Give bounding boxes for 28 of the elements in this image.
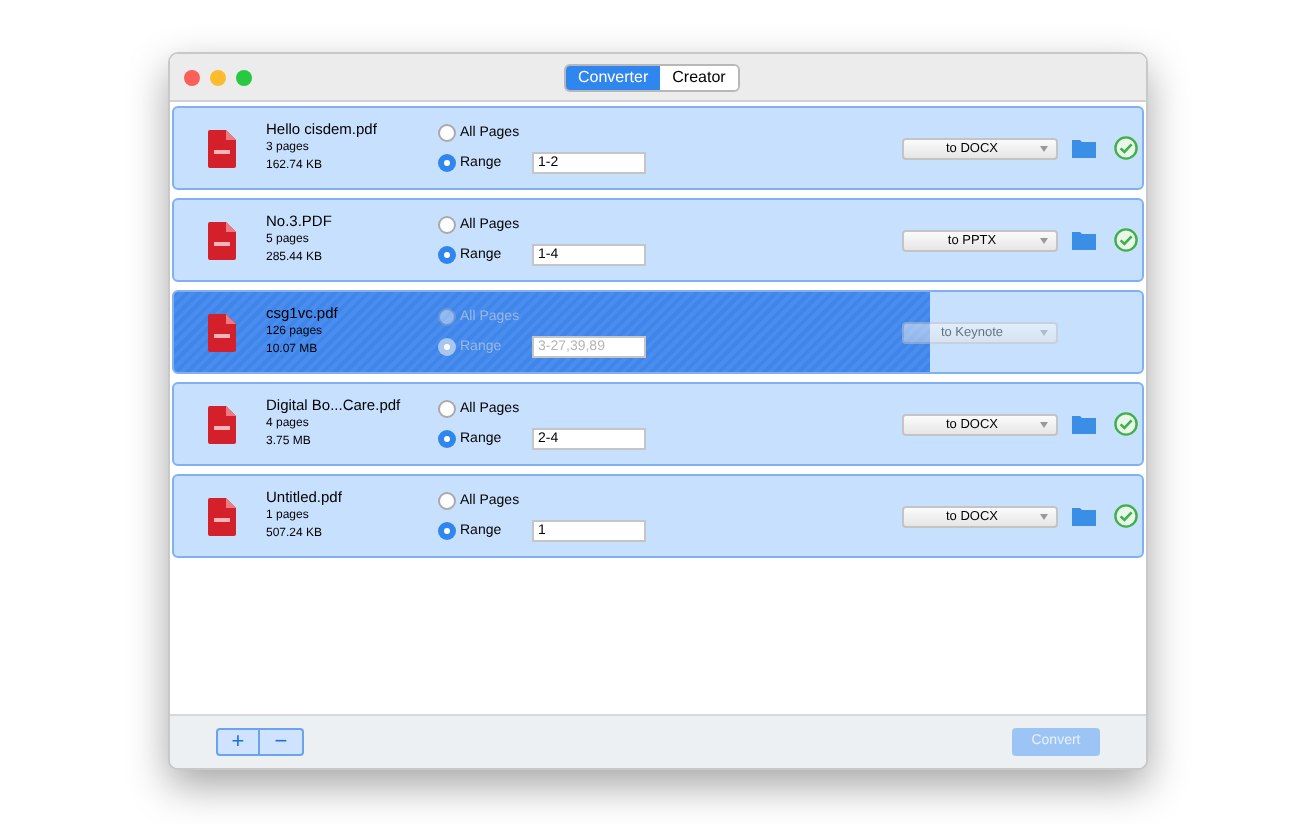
radio-button[interactable] [438,215,456,233]
caret-icon [1040,145,1048,151]
caret-icon [1040,237,1048,243]
pdf-file-icon [208,313,236,351]
radio-button[interactable] [438,521,456,539]
close-icon[interactable] [184,69,200,85]
add-button[interactable]: + [218,730,260,754]
radio-button[interactable] [438,429,456,447]
remove-button[interactable]: − [260,730,302,754]
folder-icon[interactable] [1072,506,1096,526]
pdf-file-icon [208,405,236,443]
pdf-file-icon [208,497,236,535]
radio-button[interactable] [438,123,456,141]
zoom-icon[interactable] [236,69,252,85]
folder-icon[interactable] [1072,138,1096,158]
tab[interactable]: Converter [566,66,661,90]
pdf-file-icon [208,129,236,167]
radio-button[interactable] [438,245,456,263]
caret-icon [1040,421,1048,427]
radio-button[interactable] [438,399,456,417]
caret-icon [1040,513,1048,519]
caret-icon [1040,329,1048,335]
minimize-icon[interactable] [210,69,226,85]
folder-icon[interactable] [1072,230,1096,250]
pdf-file-icon [208,221,236,259]
radio-button[interactable] [438,491,456,509]
radio-button[interactable] [438,153,456,171]
folder-icon[interactable] [1072,414,1096,434]
